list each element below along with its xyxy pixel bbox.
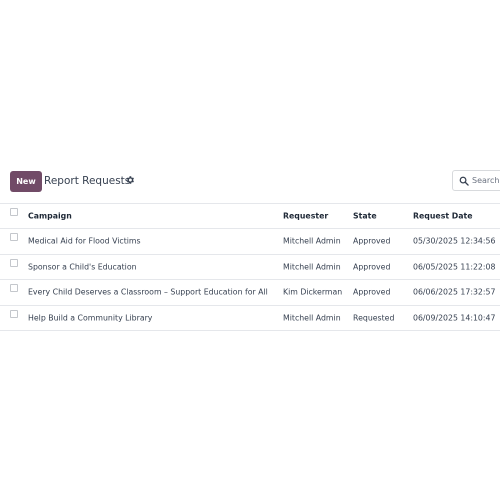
request-date-cell: 06/09/2025 14:10:47 [413, 313, 496, 323]
column-header-campaign[interactable]: Campaign [28, 212, 72, 221]
column-header-request-date[interactable]: Request Date [413, 212, 473, 221]
row-checkbox[interactable] [10, 309, 18, 318]
search-input[interactable] [472, 173, 500, 188]
request-date-cell: 06/05/2025 11:22:08 [413, 262, 496, 272]
control-panel: New Report Requests [0, 167, 500, 197]
requester-cell: Mitchell Admin [283, 236, 341, 246]
campaign-cell: Medical Aid for Flood Victims [28, 236, 141, 246]
search-box[interactable] [452, 170, 500, 191]
select-all-checkbox[interactable] [10, 208, 18, 216]
table-row[interactable]: Every Child Deserves a Classroom – Suppo… [0, 280, 500, 306]
gear-icon[interactable] [125, 175, 135, 185]
table-header: Campaign Requester State Request Date [0, 203, 500, 229]
campaign-cell: Help Build a Community Library [28, 313, 153, 323]
column-header-state[interactable]: State [353, 212, 377, 221]
row-checkbox[interactable] [10, 258, 18, 267]
request-date-cell: 06/06/2025 17:32:57 [413, 287, 496, 297]
state-cell: Requested [353, 313, 395, 323]
row-checkbox[interactable] [10, 284, 18, 293]
row-checkbox[interactable] [10, 233, 18, 242]
campaign-cell: Every Child Deserves a Classroom – Suppo… [28, 287, 268, 297]
requester-cell: Mitchell Admin [283, 313, 341, 323]
table-row[interactable]: Help Build a Community Library Mitchell … [0, 306, 500, 331]
table-row[interactable]: Sponsor a Child's Education Mitchell Adm… [0, 255, 500, 280]
requester-cell: Mitchell Admin [283, 262, 341, 272]
campaign-cell: Sponsor a Child's Education [28, 262, 137, 272]
requester-cell: Kim Dickerman [283, 287, 343, 297]
new-button[interactable]: New [10, 171, 42, 192]
page-title: Report Requests [44, 175, 131, 187]
search-icon [459, 176, 469, 186]
state-cell: Approved [353, 236, 391, 246]
state-cell: Approved [353, 287, 391, 297]
request-date-cell: 05/30/2025 12:34:56 [413, 236, 496, 246]
column-header-requester[interactable]: Requester [283, 212, 328, 221]
report-requests-table: Campaign Requester State Request Date Me… [0, 203, 500, 331]
table-row[interactable]: Medical Aid for Flood Victims Mitchell A… [0, 229, 500, 255]
page: New Report Requests Campaign Requester S… [0, 0, 500, 500]
state-cell: Approved [353, 262, 391, 272]
